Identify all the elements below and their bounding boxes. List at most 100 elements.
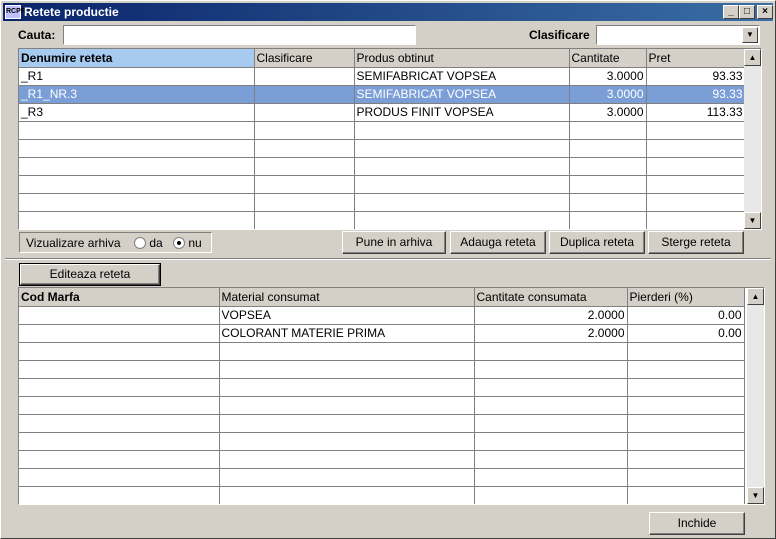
table-row[interactable]: VOPSEA 2.0000 0.00 [19, 306, 745, 325]
empty-cell[interactable] [19, 450, 220, 469]
col-header-consumed-qty[interactable]: Cantitate consumata [474, 288, 628, 307]
cell-product[interactable]: SEMIFABRICAT VOPSEA [354, 85, 570, 104]
empty-cell[interactable] [627, 342, 745, 361]
empty-cell[interactable] [569, 139, 647, 158]
cell-code[interactable] [19, 306, 220, 325]
col-header-material[interactable]: Material consumat [219, 288, 475, 307]
recipes-grid[interactable]: Denumire reteta Clasificare Produs obtin… [18, 48, 762, 230]
empty-cell[interactable] [627, 468, 745, 487]
delete-recipe-button[interactable]: Sterge reteta [648, 231, 744, 254]
col-header-price[interactable]: Pret [646, 49, 746, 68]
empty-row[interactable] [19, 121, 746, 140]
empty-cell[interactable] [19, 193, 255, 212]
cell-classification[interactable] [254, 67, 355, 86]
empty-row[interactable] [19, 139, 746, 158]
empty-cell[interactable] [254, 193, 355, 212]
empty-cell[interactable] [627, 450, 745, 469]
empty-cell[interactable] [19, 396, 220, 415]
cell-price[interactable]: 93.33 [646, 67, 746, 86]
minimize-button[interactable]: _ [723, 5, 739, 19]
empty-cell[interactable] [219, 360, 475, 379]
empty-cell[interactable] [474, 432, 628, 451]
empty-cell[interactable] [19, 486, 220, 504]
empty-cell[interactable] [474, 342, 628, 361]
empty-row[interactable] [19, 193, 746, 212]
empty-cell[interactable] [569, 121, 647, 140]
cell-material[interactable]: COLORANT MATERIE PRIMA [219, 324, 475, 343]
empty-cell[interactable] [627, 378, 745, 397]
empty-row[interactable] [19, 486, 745, 504]
cell-price[interactable]: 93.33 [646, 85, 746, 104]
title-bar[interactable]: RCPR Retete productie _ □ × [3, 3, 773, 21]
cell-product[interactable]: SEMIFABRICAT VOPSEA [354, 67, 570, 86]
empty-cell[interactable] [474, 468, 628, 487]
empty-cell[interactable] [254, 139, 355, 158]
cell-quantity[interactable]: 3.0000 [569, 103, 647, 122]
empty-cell[interactable] [219, 378, 475, 397]
radio-da[interactable] [134, 237, 146, 249]
empty-cell[interactable] [219, 414, 475, 433]
cell-product[interactable]: PRODUS FINIT VOPSEA [354, 103, 570, 122]
archive-recipe-button[interactable]: Pune in arhiva [342, 231, 446, 254]
empty-cell[interactable] [254, 211, 355, 229]
empty-cell[interactable] [474, 486, 628, 504]
classification-dropdown-button[interactable]: ▼ [742, 27, 758, 43]
empty-cell[interactable] [254, 157, 355, 176]
empty-cell[interactable] [646, 157, 746, 176]
edit-recipe-button[interactable]: Editeaza reteta [19, 263, 161, 286]
col-header-code[interactable]: Cod Marfa [19, 288, 220, 307]
cell-recipe-name[interactable]: _R1 [19, 67, 255, 86]
empty-row[interactable] [19, 468, 745, 487]
scroll-up-button[interactable]: ▲ [744, 49, 761, 66]
empty-cell[interactable] [19, 432, 220, 451]
materials-scrollbar[interactable]: ▲ ▼ [747, 288, 764, 504]
empty-cell[interactable] [354, 157, 570, 176]
empty-cell[interactable] [254, 121, 355, 140]
maximize-button[interactable]: □ [739, 5, 755, 19]
cell-price[interactable]: 113.33 [646, 103, 746, 122]
table-row[interactable]: _R1 SEMIFABRICAT VOPSEA 3.0000 93.33 [19, 67, 746, 86]
empty-cell[interactable] [646, 175, 746, 194]
cell-code[interactable] [19, 324, 220, 343]
empty-row[interactable] [19, 378, 745, 397]
empty-cell[interactable] [254, 175, 355, 194]
empty-cell[interactable] [19, 139, 255, 158]
empty-cell[interactable] [569, 193, 647, 212]
search-input[interactable] [63, 25, 416, 45]
close-button[interactable]: Inchide [649, 512, 745, 535]
col-header-quantity[interactable]: Cantitate [569, 49, 647, 68]
empty-cell[interactable] [19, 378, 220, 397]
add-recipe-button[interactable]: Adauga reteta [450, 231, 546, 254]
empty-cell[interactable] [646, 121, 746, 140]
cell-classification[interactable] [254, 103, 355, 122]
empty-cell[interactable] [627, 432, 745, 451]
table-row[interactable]: _R3 PRODUS FINIT VOPSEA 3.0000 113.33 [19, 103, 746, 122]
empty-cell[interactable] [569, 211, 647, 229]
materials-grid[interactable]: Cod Marfa Material consumat Cantitate co… [18, 287, 765, 505]
col-header-product[interactable]: Produs obtinut [354, 49, 570, 68]
empty-cell[interactable] [219, 396, 475, 415]
empty-row[interactable] [19, 175, 746, 194]
empty-row[interactable] [19, 396, 745, 415]
empty-cell[interactable] [627, 360, 745, 379]
cell-consumed-qty[interactable]: 2.0000 [474, 324, 628, 343]
empty-row[interactable] [19, 342, 745, 361]
close-window-button[interactable]: × [757, 5, 773, 19]
empty-cell[interactable] [646, 193, 746, 212]
classification-dropdown[interactable]: ▼ [596, 25, 760, 45]
empty-row[interactable] [19, 414, 745, 433]
empty-cell[interactable] [19, 468, 220, 487]
empty-cell[interactable] [354, 211, 570, 229]
cell-classification[interactable] [254, 85, 355, 104]
empty-row[interactable] [19, 360, 745, 379]
empty-cell[interactable] [354, 175, 570, 194]
empty-row[interactable] [19, 450, 745, 469]
empty-cell[interactable] [354, 121, 570, 140]
empty-row[interactable] [19, 211, 746, 229]
col-header-loss[interactable]: Pierderi (%) [627, 288, 745, 307]
empty-cell[interactable] [569, 175, 647, 194]
col-header-classification[interactable]: Clasificare [254, 49, 355, 68]
empty-cell[interactable] [19, 175, 255, 194]
empty-cell[interactable] [474, 360, 628, 379]
empty-cell[interactable] [219, 468, 475, 487]
